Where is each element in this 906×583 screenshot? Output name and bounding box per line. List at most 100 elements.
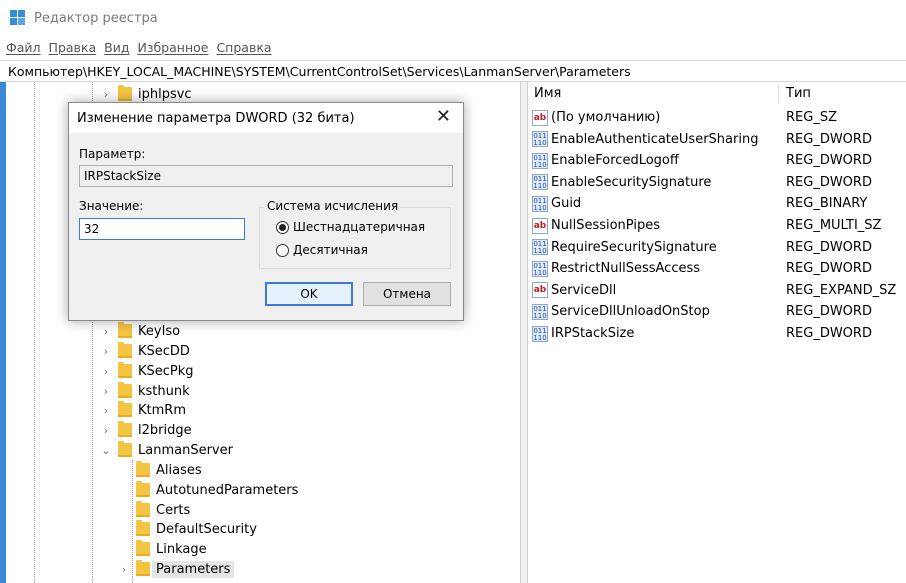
chevron-right-icon[interactable]: › xyxy=(100,385,112,398)
value-name: IRPStackSize xyxy=(551,326,635,341)
close-icon[interactable]: ✕ xyxy=(436,108,451,126)
cancel-button[interactable]: Отмена xyxy=(363,282,451,306)
parameter-label: Параметр: xyxy=(79,147,146,161)
value-type: REG_MULTI_SZ xyxy=(786,218,882,233)
menu-file[interactable]: Файл xyxy=(6,40,41,55)
radio-unchecked-icon[interactable] xyxy=(276,243,289,257)
value-name: ServiceDll xyxy=(551,282,617,298)
parameter-name-field: IRPStackSize xyxy=(79,165,453,187)
folder-icon xyxy=(136,520,150,536)
folder-icon xyxy=(118,322,132,338)
menu-bar: Файл Правка Вид Избранное Справка xyxy=(0,36,906,58)
chevron-right-icon[interactable]: › xyxy=(100,404,112,417)
value-name: EnableSecuritySignature xyxy=(551,174,712,190)
tree-item-label: l2bridge xyxy=(138,422,192,438)
value-name: NullSessionPipes xyxy=(551,218,660,233)
radio-checked-icon[interactable] xyxy=(276,220,289,234)
value-row[interactable]: ab ServiceDll REG_EXPAND_SZ xyxy=(528,280,906,301)
decimal-radio-option[interactable]: Десятичная xyxy=(276,243,368,257)
value-row[interactable]: 011 110 EnableAuthenticateUserSharing REG_D… xyxy=(528,129,906,150)
tree-item-certs[interactable]: Certs xyxy=(136,500,190,520)
tree-item-iphlpsvc[interactable]: › iphlpsvc xyxy=(100,84,192,104)
menu-edit[interactable]: Правка xyxy=(49,40,97,55)
binary-value-icon: 011 110 xyxy=(532,239,548,256)
string-value-icon: ab xyxy=(532,282,548,299)
tree-item-label: Aliases xyxy=(156,462,202,478)
tree-item-label: KSecDD xyxy=(138,343,190,359)
tree-item-aliases[interactable]: Aliases xyxy=(136,460,202,480)
tree-item-defaultsecurity[interactable]: DefaultSecurity xyxy=(136,519,257,539)
address-path[interactable]: Компьютер\HKEY_LOCAL_MACHINE\SYSTEM\Curr… xyxy=(8,64,631,79)
value-type: REG_EXPAND_SZ xyxy=(786,282,897,298)
tree-item-label: LanmanServer xyxy=(138,442,233,458)
binary-value-icon: 011 110 xyxy=(532,260,548,277)
value-type: REG_BINARY xyxy=(786,196,868,212)
value-type: REG_DWORD xyxy=(786,304,872,320)
value-type: REG_DWORD xyxy=(786,261,872,277)
menu-help[interactable]: Справка xyxy=(216,40,271,55)
chevron-right-icon[interactable]: › xyxy=(100,345,112,358)
column-header-type[interactable]: Тип xyxy=(786,86,811,101)
value-row[interactable]: 011 110 IRPStackSize REG_DWORD xyxy=(528,323,906,344)
column-header-name[interactable]: Имя xyxy=(534,86,561,101)
value-name: RestrictNullSessAccess xyxy=(551,261,701,277)
chevron-down-icon[interactable]: ⌄ xyxy=(100,444,112,457)
value-row[interactable]: 011 110 RestrictNullSessAccess REG_DWORD xyxy=(528,258,906,279)
address-bar[interactable]: Компьютер\HKEY_LOCAL_MACHINE\SYSTEM\Curr… xyxy=(0,60,906,82)
value-row[interactable]: ab NullSessionPipes REG_MULTI_SZ xyxy=(528,215,906,236)
folder-icon xyxy=(118,362,132,378)
value-name: EnableAuthenticateUserSharing xyxy=(551,131,759,147)
folder-icon xyxy=(136,501,150,517)
value-row[interactable]: 011 110 EnableForcedLogoff REG_DWORD xyxy=(528,150,906,171)
binary-value-icon: 011 110 xyxy=(532,174,548,191)
tree-item-parameters[interactable]: › Parameters xyxy=(118,559,235,579)
folder-icon xyxy=(118,421,132,437)
chevron-right-icon[interactable]: › xyxy=(100,88,112,101)
tree-item-label: Parameters xyxy=(152,560,235,578)
window-title: Редактор реестра xyxy=(34,10,158,26)
chevron-right-icon[interactable]: › xyxy=(100,325,112,338)
tree-item-linkage[interactable]: Linkage xyxy=(136,539,207,559)
value-type: REG_DWORD xyxy=(786,131,872,147)
tree-item-ksecpkg[interactable]: › KSecPkg xyxy=(100,361,194,381)
hex-radio-option[interactable]: Шестнадцатеричная xyxy=(276,220,425,234)
folder-icon xyxy=(118,441,132,457)
tree-item-lanmanserver[interactable]: ⌄ LanmanServer xyxy=(100,440,233,460)
chevron-right-icon[interactable]: › xyxy=(100,365,112,378)
value-row[interactable]: 011 110 EnableSecuritySignature REG_DWORD xyxy=(528,172,906,193)
menu-view[interactable]: Вид xyxy=(104,40,129,55)
dialog-title-bar: Изменение параметра DWORD (32 бита) ✕ xyxy=(69,103,463,133)
value-row[interactable]: ab (По умолчанию) REG_SZ xyxy=(528,107,906,128)
value-label: Значение: xyxy=(79,199,144,213)
value-row[interactable]: 011 110 RequireSecuritySignature REG_DWORD xyxy=(528,237,906,258)
column-divider[interactable] xyxy=(778,84,779,104)
tree-item-ksecdd[interactable]: › KSecDD xyxy=(100,341,190,361)
values-list[interactable]: Имя Тип ab (По умолчанию) REG_SZ 011 110 Enab… xyxy=(528,82,906,583)
folder-icon xyxy=(118,342,132,358)
base-groupbox xyxy=(259,207,451,269)
edit-dword-dialog: Изменение параметра DWORD (32 бита) ✕ Па… xyxy=(68,102,464,321)
tree-item-label: KtmRm xyxy=(138,402,186,418)
chevron-right-icon[interactable]: › xyxy=(118,563,130,576)
tree-item-label: Certs xyxy=(156,502,191,518)
tree-item-l2bridge[interactable]: › l2bridge xyxy=(100,420,192,440)
ok-button[interactable]: OK xyxy=(265,282,353,306)
value-name: EnableForcedLogoff xyxy=(551,153,679,169)
value-type: REG_DWORD xyxy=(786,326,872,341)
value-row[interactable]: 011 110 ServiceDllUnloadOnStop REG_DWORD xyxy=(528,301,906,322)
pane-splitter[interactable] xyxy=(520,82,528,583)
folder-icon xyxy=(136,540,150,556)
string-value-icon: ab xyxy=(532,217,548,234)
value-row[interactable]: 011 110 Guid REG_BINARY xyxy=(528,193,906,214)
binary-value-icon: 011 110 xyxy=(532,195,548,212)
tree-item-label: iphlpsvc xyxy=(138,86,192,102)
title-bar: Редактор реестра xyxy=(0,0,906,36)
value-data-input[interactable]: 32 xyxy=(79,218,245,240)
tree-item-autotunedparameters[interactable]: AutotunedParameters xyxy=(136,480,298,500)
tree-item-ksthunk[interactable]: › ksthunk xyxy=(100,381,190,401)
menu-favorites[interactable]: Избранное xyxy=(137,40,208,55)
tree-item-ktmrm[interactable]: › KtmRm xyxy=(100,400,186,420)
tree-item-keyiso[interactable]: › KeyIso xyxy=(100,321,180,341)
value-name: RequireSecuritySignature xyxy=(551,239,717,255)
chevron-right-icon[interactable]: › xyxy=(100,424,112,437)
